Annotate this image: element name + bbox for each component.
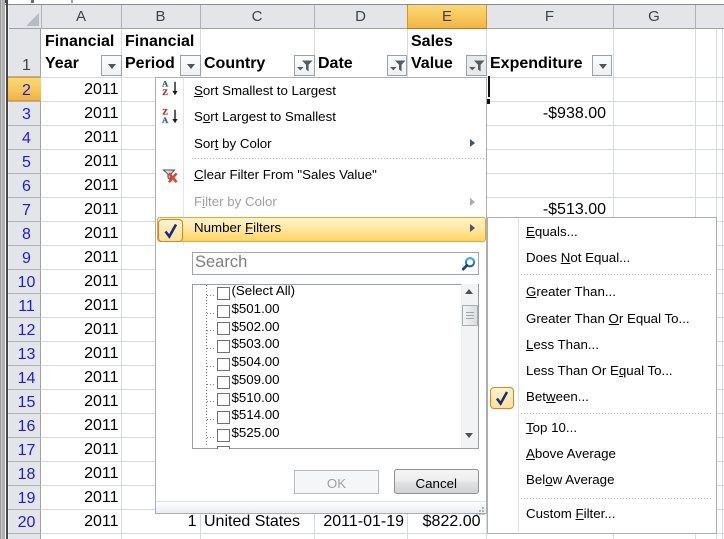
svg-text:Z: Z [162, 88, 168, 98]
svg-text:A: A [162, 115, 169, 125]
